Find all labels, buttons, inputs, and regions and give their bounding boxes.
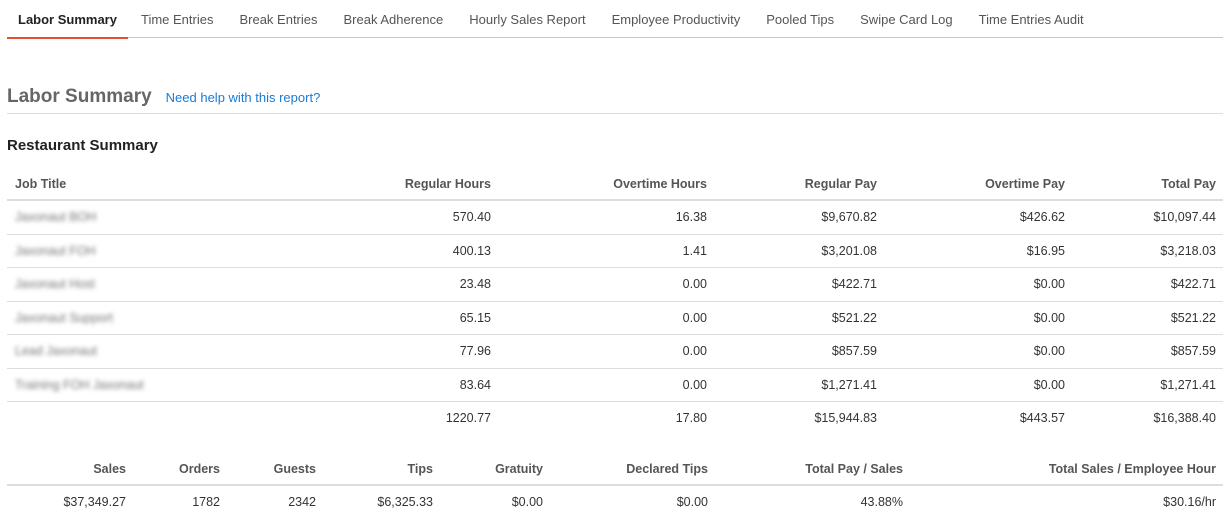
table-cell: 570.40	[452, 210, 491, 224]
tab-hourly-sales-report[interactable]: Hourly Sales Report	[456, 0, 598, 38]
table-cell: $16.95	[1026, 243, 1065, 258]
table-cell: $0.00	[1033, 377, 1065, 392]
tab-swipe-card-log[interactable]: Swipe Card Log	[847, 0, 966, 38]
tab-pooled-tips[interactable]: Pooled Tips	[753, 0, 847, 38]
table-cell: $37,349.27	[63, 495, 126, 509]
table-cell: $0.00	[676, 495, 708, 509]
tab-break-entries[interactable]: Break Entries	[226, 0, 330, 38]
column-header: Regular Pay	[804, 177, 877, 191]
table-cell: 0.00	[682, 310, 707, 325]
table-cell: 77.96	[459, 344, 491, 358]
table-cell: $1,271.41	[821, 377, 877, 392]
table-cell: $521.22	[1170, 310, 1216, 325]
restaurant-summary-table: Job Title Regular Hours Overtime Hours Regu…	[7, 168, 1223, 436]
table-cell: 0.00	[682, 377, 707, 392]
table-cell: 400.13	[452, 243, 491, 258]
table-row: Jaxonaut Support 65.15 0.00 $521.22 $0.00 $52…	[7, 302, 1223, 335]
column-header: Sales	[93, 462, 126, 476]
table-cell: $30.16/hr	[1163, 495, 1216, 509]
table-cell: 2342	[288, 495, 316, 509]
table-cell: $10,097.44	[1153, 210, 1216, 224]
table-cell: $857.59	[1170, 344, 1216, 358]
report-tabs: Labor Summary Time Entries Break Entries Br…	[7, 0, 1223, 39]
table-cell: 83.64	[459, 377, 491, 392]
column-header: Total Pay	[1161, 177, 1216, 191]
column-header: Total Pay / Sales	[805, 462, 903, 476]
table-cell: $1,271.41	[1160, 377, 1216, 392]
sales-summary-table: Sales Orders Guests Tips Gratuity Declared Ti…	[7, 453, 1223, 520]
column-header: Total Sales / Employee Hour	[1048, 462, 1216, 476]
table-cell: 16.38	[675, 210, 707, 224]
table-row: Jaxonaut FOH 400.13 1.41 $3,201.08 $16.95 $3,…	[7, 235, 1223, 268]
table-cell: $422.71	[831, 277, 877, 291]
table-header: Job Title Regular Hours Overtime Hours Regu…	[7, 168, 1223, 201]
table-header: Sales Orders Guests Tips Gratuity Declared Ti…	[7, 453, 1223, 486]
table-cell: $9,670.82	[821, 210, 877, 224]
column-header: Orders	[179, 462, 220, 476]
table-cell: $6,325.33	[377, 495, 433, 509]
column-header: Declared Tips	[626, 462, 708, 476]
table-cell: 1.41	[682, 243, 707, 258]
table-cell: 43.88%	[860, 495, 903, 509]
table-cell: $0.00	[1033, 344, 1065, 358]
total-cell: $16,388.40	[1153, 411, 1216, 425]
table-cell: 1782	[192, 495, 220, 509]
table-cell: $422.71	[1170, 277, 1216, 291]
page-title: Labor Summary	[7, 86, 152, 107]
table-row: Lead Jaxonaut 77.96 0.00 $857.59 $0.00 $857.5…	[7, 335, 1223, 369]
tab-time-entries[interactable]: Time Entries	[128, 0, 226, 38]
job-title-cell: Training FOH Jaxonaut	[15, 377, 144, 392]
total-cell: 17.80	[675, 411, 707, 425]
table-cell: $3,201.08	[821, 243, 877, 258]
job-title-cell: Jaxonaut Host	[15, 277, 95, 291]
table-cell: $0.00	[1033, 277, 1065, 291]
tab-labor-summary[interactable]: Labor Summary	[7, 0, 128, 39]
column-header: Job Title	[15, 177, 67, 191]
total-cell: 1220.77	[445, 411, 491, 425]
table-cell: $0.00	[511, 495, 543, 509]
column-header: Regular Hours	[404, 177, 491, 191]
tab-time-entries-audit[interactable]: Time Entries Audit	[966, 0, 1097, 38]
table-cell: $857.59	[831, 344, 877, 358]
totals-row: 1220.77 17.80 $15,944.83 $443.57 $16,388.40	[7, 402, 1223, 436]
job-title-cell: Jaxonaut Support	[15, 310, 113, 325]
table-cell: $426.62	[1019, 210, 1065, 224]
total-cell: $443.57	[1019, 411, 1065, 425]
job-title-cell: Jaxonaut FOH	[15, 243, 96, 258]
total-cell: $15,944.83	[814, 411, 877, 425]
table-cell: 0.00	[682, 277, 707, 291]
table-row: Training FOH Jaxonaut 83.64 0.00 $1,271.41 $…	[7, 369, 1223, 402]
column-header: Overtime Pay	[985, 177, 1065, 191]
table-cell: 23.48	[459, 277, 491, 291]
column-header: Gratuity	[495, 462, 543, 476]
table-row: Jaxonaut BOH 570.40 16.38 $9,670.82 $426.62 $…	[7, 201, 1223, 235]
table-cell: $0.00	[1033, 310, 1065, 325]
tab-employee-productivity[interactable]: Employee Productivity	[599, 0, 754, 38]
table-cell: 0.00	[682, 344, 707, 358]
column-header: Tips	[407, 462, 433, 476]
table-row: Jaxonaut Host 23.48 0.00 $422.71 $0.00 $422.7…	[7, 268, 1223, 302]
job-title-cell: Jaxonaut BOH	[15, 210, 97, 224]
table-row: $37,349.27 1782 2342 $6,325.33 $0.00 $0.00 43.…	[7, 486, 1223, 520]
title-row: Labor Summary Need help with this report…	[7, 86, 1223, 114]
table-cell: $521.22	[831, 310, 877, 325]
table-cell: 65.15	[459, 310, 491, 325]
column-header: Guests	[273, 462, 316, 476]
job-title-cell: Lead Jaxonaut	[15, 344, 98, 358]
help-link[interactable]: Need help with this report?	[166, 90, 321, 105]
tab-break-adherence[interactable]: Break Adherence	[331, 0, 457, 38]
column-header: Overtime Hours	[613, 177, 707, 191]
section-title: Restaurant Summary	[7, 137, 158, 154]
table-cell: $3,218.03	[1160, 243, 1216, 258]
